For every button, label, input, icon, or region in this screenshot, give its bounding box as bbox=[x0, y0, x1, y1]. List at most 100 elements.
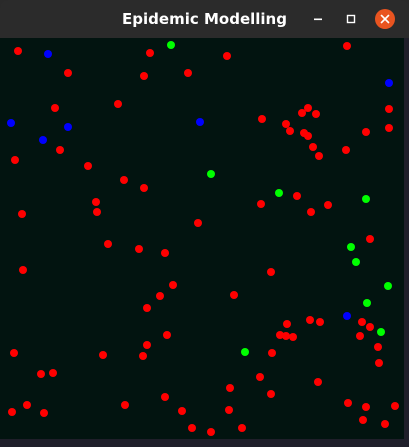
minimize-icon[interactable] bbox=[307, 8, 329, 30]
infected-dot bbox=[304, 104, 312, 112]
infected-dot bbox=[8, 408, 16, 416]
infected-dot bbox=[362, 403, 370, 411]
infected-dot bbox=[161, 249, 169, 257]
infected-dot bbox=[23, 401, 31, 409]
infected-dot bbox=[306, 316, 314, 324]
infected-dot bbox=[358, 318, 366, 326]
recovered-dot bbox=[384, 282, 392, 290]
susceptible-dot bbox=[64, 123, 72, 131]
infected-dot bbox=[121, 401, 129, 409]
infected-dot bbox=[359, 416, 367, 424]
infected-dot bbox=[312, 110, 320, 118]
infected-dot bbox=[307, 208, 315, 216]
infected-dot bbox=[316, 318, 324, 326]
infected-dot bbox=[146, 49, 154, 57]
susceptible-dot bbox=[7, 119, 15, 127]
infected-dot bbox=[10, 349, 18, 357]
infected-dot bbox=[391, 402, 399, 410]
infected-dot bbox=[223, 52, 231, 60]
infected-dot bbox=[19, 266, 27, 274]
maximize-icon[interactable] bbox=[340, 8, 362, 30]
infected-dot bbox=[257, 200, 265, 208]
infected-dot bbox=[268, 349, 276, 357]
infected-dot bbox=[258, 115, 266, 123]
infected-dot bbox=[143, 341, 151, 349]
infected-dot bbox=[92, 198, 100, 206]
infected-dot bbox=[114, 100, 122, 108]
infected-dot bbox=[381, 420, 389, 428]
infected-dot bbox=[99, 351, 107, 359]
infected-dot bbox=[267, 390, 275, 398]
infected-dot bbox=[375, 359, 383, 367]
infected-dot bbox=[356, 332, 364, 340]
simulation-canvas bbox=[0, 38, 404, 439]
background-editor-strip bbox=[0, 439, 409, 447]
recovered-dot bbox=[207, 170, 215, 178]
infected-dot bbox=[18, 210, 26, 218]
infected-dot bbox=[194, 219, 202, 227]
recovered-dot bbox=[347, 243, 355, 251]
infected-dot bbox=[143, 304, 151, 312]
infected-dot bbox=[140, 184, 148, 192]
infected-dot bbox=[374, 343, 382, 351]
infected-dot bbox=[343, 42, 351, 50]
infected-dot bbox=[156, 292, 164, 300]
infected-dot bbox=[184, 69, 192, 77]
infected-dot bbox=[293, 192, 301, 200]
susceptible-dot bbox=[385, 79, 393, 87]
infected-dot bbox=[238, 424, 246, 432]
infected-dot bbox=[342, 146, 350, 154]
infected-dot bbox=[315, 152, 323, 160]
recovered-dot bbox=[362, 195, 370, 203]
infected-dot bbox=[362, 128, 370, 136]
infected-dot bbox=[226, 384, 234, 392]
background-editor-edge bbox=[404, 38, 409, 447]
infected-dot bbox=[169, 281, 177, 289]
infected-dot bbox=[314, 378, 322, 386]
susceptible-dot bbox=[343, 312, 351, 320]
infected-dot bbox=[64, 69, 72, 77]
susceptible-dot bbox=[39, 136, 47, 144]
infected-dot bbox=[49, 369, 57, 377]
infected-dot bbox=[309, 143, 317, 151]
infected-dot bbox=[324, 201, 332, 209]
recovered-dot bbox=[275, 189, 283, 197]
infected-dot bbox=[385, 105, 393, 113]
infected-dot bbox=[300, 129, 308, 137]
infected-dot bbox=[93, 208, 101, 216]
infected-dot bbox=[366, 323, 374, 331]
infected-dot bbox=[135, 245, 143, 253]
infected-dot bbox=[276, 331, 284, 339]
infected-dot bbox=[104, 240, 112, 248]
window-titlebar[interactable]: Epidemic Modelling bbox=[0, 0, 409, 38]
infected-dot bbox=[225, 406, 233, 414]
infected-dot bbox=[51, 104, 59, 112]
infected-dot bbox=[139, 352, 147, 360]
close-icon[interactable] bbox=[374, 8, 396, 30]
infected-dot bbox=[178, 407, 186, 415]
susceptible-dot bbox=[44, 50, 52, 58]
infected-dot bbox=[140, 72, 148, 80]
infected-dot bbox=[344, 399, 352, 407]
infected-dot bbox=[56, 146, 64, 154]
infected-dot bbox=[283, 320, 291, 328]
recovered-dot bbox=[241, 348, 249, 356]
infected-dot bbox=[230, 291, 238, 299]
infected-dot bbox=[385, 124, 393, 132]
recovered-dot bbox=[352, 258, 360, 266]
recovered-dot bbox=[363, 299, 371, 307]
infected-dot bbox=[188, 424, 196, 432]
infected-dot bbox=[11, 156, 19, 164]
infected-dot bbox=[286, 127, 294, 135]
infected-dot bbox=[14, 47, 22, 55]
infected-dot bbox=[366, 235, 374, 243]
infected-dot bbox=[84, 162, 92, 170]
infected-dot bbox=[207, 428, 215, 436]
recovered-dot bbox=[377, 328, 385, 336]
infected-dot bbox=[120, 176, 128, 184]
susceptible-dot bbox=[196, 118, 204, 126]
recovered-dot bbox=[167, 41, 175, 49]
infected-dot bbox=[256, 373, 264, 381]
infected-dot bbox=[161, 393, 169, 401]
infected-dot bbox=[289, 333, 297, 341]
